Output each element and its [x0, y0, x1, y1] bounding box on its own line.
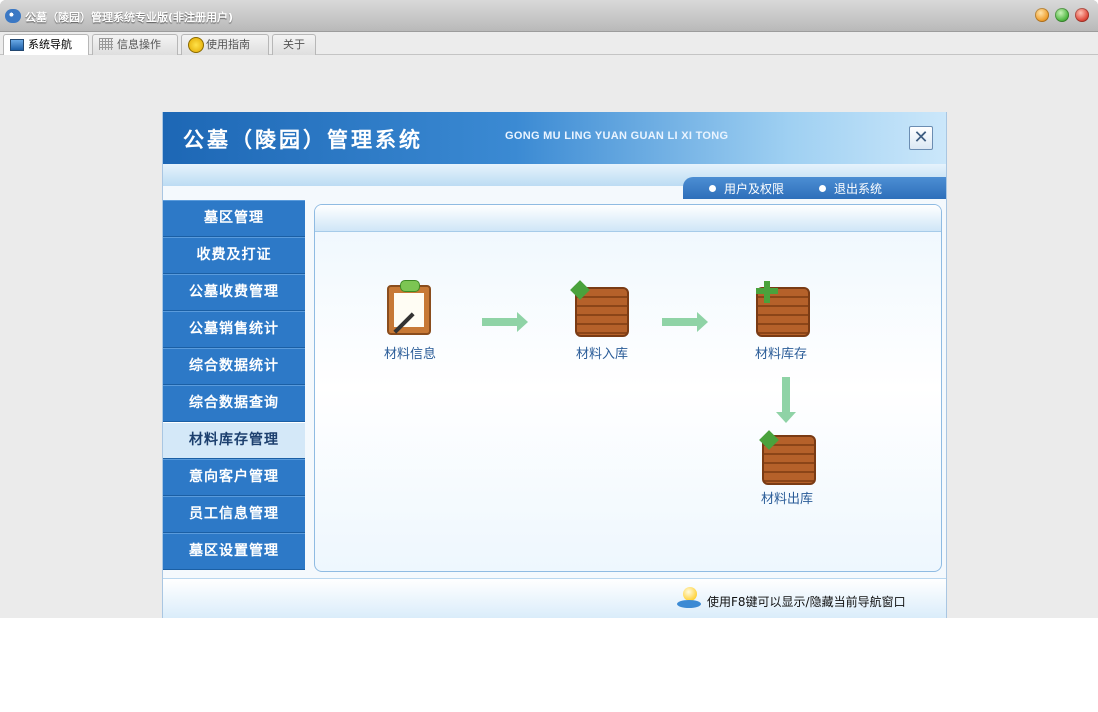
flow-node-material-stock[interactable]: 材料库存 [736, 281, 826, 375]
bullet-icon [819, 185, 826, 192]
flow-arrow-right-icon [482, 312, 528, 332]
panel-title: 公墓（陵园）管理系统 [183, 127, 423, 152]
sidebar-item-cemetery-area[interactable]: 墓区管理 [163, 200, 305, 237]
status-text: 使用F8键可以显示/隐藏当前导航窗口 [707, 595, 906, 609]
flow-diagram: 材料信息 材料入库 材料库存 材料出库 [314, 204, 942, 572]
panel-close-button[interactable]: ✕ [909, 126, 933, 150]
window-title: 公墓（陵园）管理系统专业版(非注册用户) [25, 11, 234, 24]
sidebar: 墓区管理 收费及打证 公墓收费管理 公墓销售统计 综合数据统计 综合数据查询 材… [163, 200, 305, 572]
node-label: 材料出库 [760, 492, 813, 507]
panel-banner: 公墓（陵园）管理系统 GONG MU LING YUAN GUAN LI XI … [163, 112, 946, 164]
crate-out-icon [759, 430, 816, 485]
crate-add-icon [756, 281, 810, 337]
menu-label: 退出系统 [834, 182, 883, 196]
app-window: 公墓（陵园）管理系统专业版(非注册用户) 系统导航 信息操作 使用指南 关于 公… [0, 0, 1098, 618]
flow-node-material-out[interactable]: 材料出库 [742, 430, 832, 507]
flow-node-material-info[interactable]: 材料信息 [365, 280, 455, 375]
tab-label: 系统导航 [28, 38, 72, 51]
sidebar-item-inventory[interactable]: 材料库存管理 [163, 422, 305, 459]
maximize-icon[interactable] [1055, 8, 1069, 22]
sidebar-item-charge-certificate[interactable]: 收费及打证 [163, 237, 305, 274]
sidebar-item-prospects[interactable]: 意向客户管理 [163, 459, 305, 496]
node-label: 材料入库 [575, 347, 628, 362]
tab-guide[interactable]: 使用指南 [181, 34, 269, 55]
tab-label: 关于 [283, 38, 305, 51]
sidebar-item-data-query[interactable]: 综合数据查询 [163, 385, 305, 422]
sidebar-item-area-settings[interactable]: 墓区设置管理 [163, 533, 305, 570]
lightbulb-icon [677, 587, 701, 609]
node-label: 材料信息 [383, 347, 436, 362]
sidebar-item-employees[interactable]: 员工信息管理 [163, 496, 305, 533]
status-bar: 使用F8键可以显示/隐藏当前导航窗口 [163, 578, 946, 618]
bullet-icon [709, 185, 716, 192]
flow-node-material-in[interactable]: 材料入库 [557, 280, 647, 375]
flow-arrow-down-icon [776, 377, 796, 423]
crate-in-icon [570, 280, 629, 337]
clipboard-icon [387, 280, 431, 335]
grid-icon [99, 38, 113, 50]
tab-about[interactable]: 关于 [272, 34, 316, 55]
menu-user-permissions[interactable]: 用户及权限 [709, 180, 784, 197]
panel-subtitle: GONG MU LING YUAN GUAN LI XI TONG [505, 130, 729, 142]
smiley-icon [188, 37, 204, 53]
node-label: 材料库存 [754, 347, 807, 362]
tab-strip: 系统导航 信息操作 使用指南 关于 [0, 32, 1098, 56]
title-bar[interactable]: 公墓（陵园）管理系统专业版(非注册用户) [0, 0, 1098, 32]
tab-label: 使用指南 [206, 38, 250, 51]
tab-label: 信息操作 [117, 38, 161, 51]
sidebar-item-data-stats[interactable]: 综合数据统计 [163, 348, 305, 385]
panel-menubar: 用户及权限 退出系统 [163, 177, 946, 199]
nav-panel: 公墓（陵园）管理系统 GONG MU LING YUAN GUAN LI XI … [162, 112, 947, 618]
tab-info-ops[interactable]: 信息操作 [92, 34, 178, 55]
close-icon[interactable] [1075, 8, 1089, 22]
app-logo-icon [5, 9, 21, 23]
tab-system-nav[interactable]: 系统导航 [3, 34, 89, 56]
sidebar-item-charge-management[interactable]: 公墓收费管理 [163, 274, 305, 311]
menu-exit-system[interactable]: 退出系统 [819, 180, 882, 197]
sidebar-item-sales-stats[interactable]: 公墓销售统计 [163, 311, 305, 348]
minimize-icon[interactable] [1035, 8, 1049, 22]
menubar-tab: 用户及权限 退出系统 [683, 177, 946, 199]
flow-arrow-right-icon [662, 312, 708, 332]
menu-label: 用户及权限 [724, 182, 785, 196]
monitor-icon [10, 39, 24, 51]
flow-header [315, 205, 941, 232]
